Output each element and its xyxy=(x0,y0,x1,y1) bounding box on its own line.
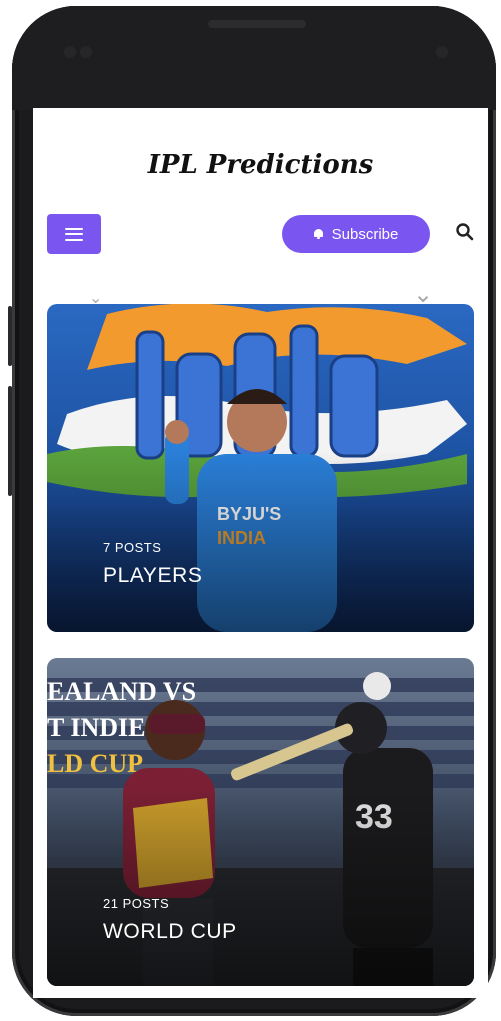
speaker-grille xyxy=(208,20,306,28)
power-button xyxy=(8,386,12,496)
bell-icon xyxy=(313,229,323,239)
category-card-players[interactable]: BYJU'S INDIA 7 POSTS PLAYERS xyxy=(47,304,474,632)
category-card-world-cup[interactable]: EALAND VS T INDIES LD CUP 33 21 POSTS WO… xyxy=(47,658,474,986)
post-count: 21 POSTS xyxy=(103,896,170,911)
front-camera xyxy=(436,46,448,58)
volume-button xyxy=(8,306,12,366)
sensor-dot xyxy=(80,46,92,58)
site-title[interactable]: IPL Predictions xyxy=(33,150,488,180)
menu-button[interactable] xyxy=(47,214,101,254)
category-title[interactable]: PLAYERS xyxy=(103,564,203,588)
subscribe-button[interactable]: Subscribe xyxy=(282,215,430,253)
phone-bezel-top xyxy=(12,6,496,110)
search-icon[interactable] xyxy=(455,222,475,242)
category-title[interactable]: WORLD CUP xyxy=(103,920,237,944)
sensor-dot xyxy=(64,46,76,58)
screen: IPL Predictions Subscribe ⌄ ⌄ 7 POSTS PL… xyxy=(33,108,488,998)
subscribe-label: Subscribe xyxy=(331,225,399,243)
hamburger-icon xyxy=(65,227,83,241)
post-count: 7 POSTS xyxy=(103,540,162,555)
